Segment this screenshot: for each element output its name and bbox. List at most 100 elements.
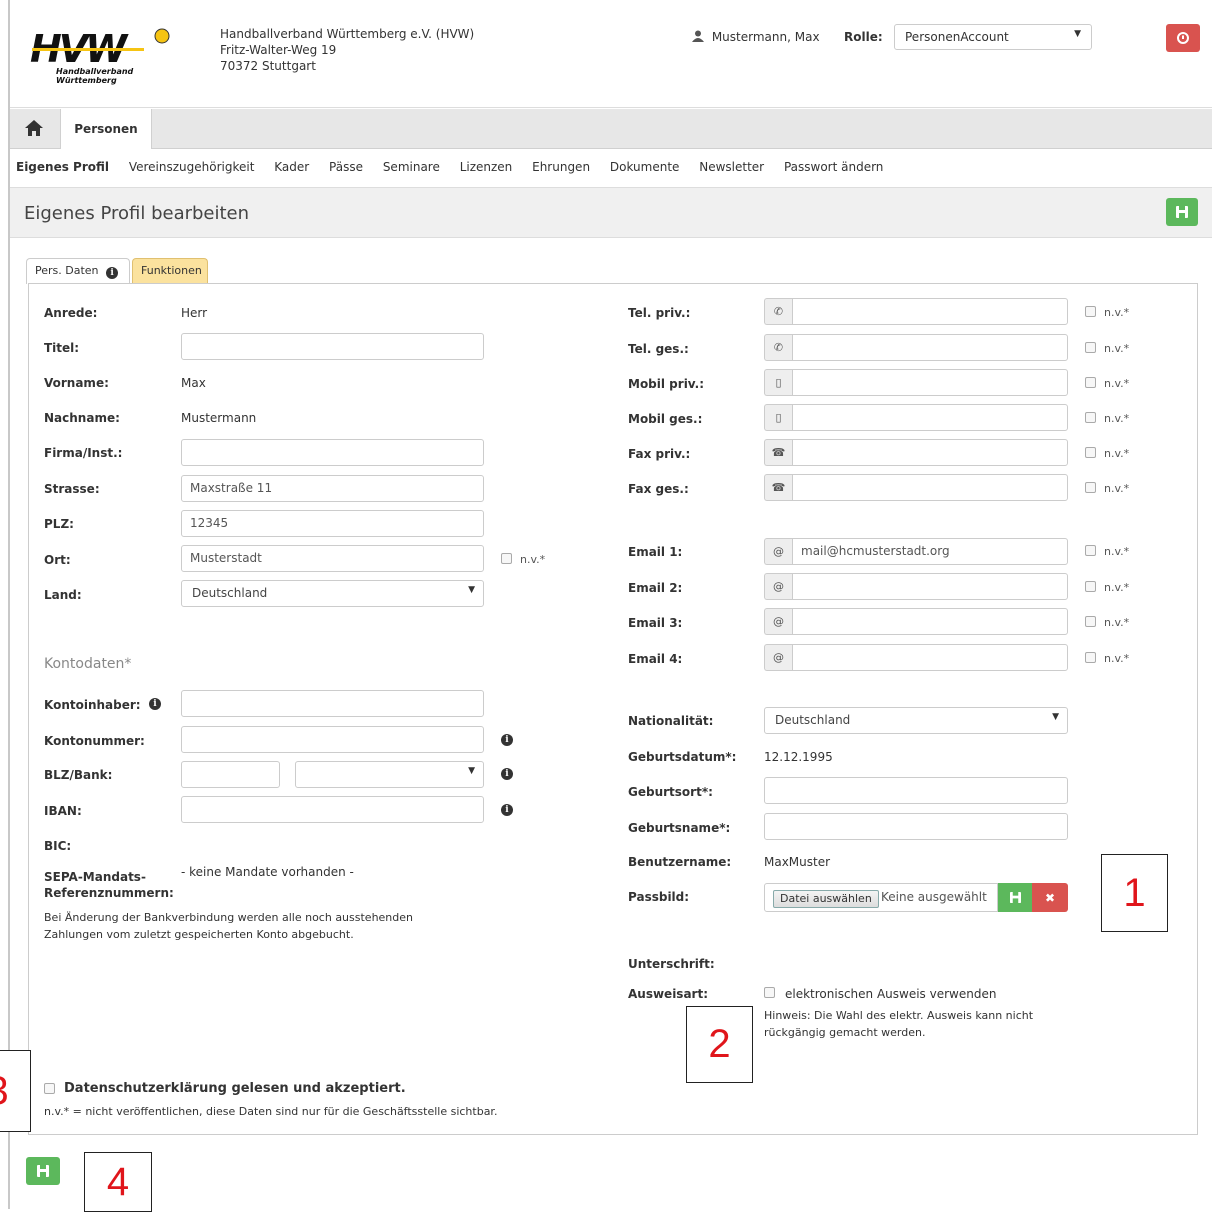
page-title-bar: Eigenes Profil bearbeiten [10, 187, 1212, 238]
page-left-border [8, 0, 10, 1209]
tel-priv-nv-checkbox[interactable] [1085, 306, 1096, 317]
passbild-delete-button[interactable]: ✖ [1032, 883, 1068, 912]
firma-input[interactable] [181, 439, 484, 466]
subnav-newsletter[interactable]: Newsletter [699, 160, 764, 174]
home-icon[interactable] [24, 119, 44, 137]
anrede-label: Anrede: [44, 306, 98, 320]
blz-label: BLZ/Bank: [44, 768, 113, 782]
bank-change-note: Bei Änderung der Bankverbindung werden a… [44, 909, 413, 943]
iban-input[interactable] [181, 796, 484, 823]
email4-nv-checkbox[interactable] [1085, 652, 1096, 663]
tab-personen[interactable]: Personen [60, 109, 152, 149]
nationalitaet-value: Deutschland [775, 713, 851, 727]
callout-4: 4 [84, 1152, 152, 1212]
subnav-lizenzen[interactable]: Lizenzen [460, 160, 513, 174]
subnav-passwort-aendern[interactable]: Passwort ändern [784, 160, 883, 174]
rolle-select[interactable]: PersonenAccount ▼ [894, 24, 1092, 50]
user-name: Mustermann, Max [711, 30, 820, 44]
email4-label: Email 4: [628, 652, 683, 666]
geburtsort-input[interactable] [764, 777, 1068, 804]
email3-nv-checkbox[interactable] [1085, 616, 1096, 627]
blz-info-icon[interactable]: i [501, 768, 513, 780]
subnav-seminare[interactable]: Seminare [383, 160, 440, 174]
choose-file-button[interactable]: Datei auswählen [773, 890, 879, 908]
subnav-eigenes-profil[interactable]: Eigenes Profil [16, 160, 109, 174]
fax-icon: ☎ [764, 474, 792, 501]
sepa-label-line2: Referenznummern: [44, 886, 174, 900]
fax-priv-input[interactable] [792, 439, 1068, 466]
organisation-address: Handballverband Württemberg e.V. (HVW) F… [220, 26, 474, 74]
subnav-ehrungen[interactable]: Ehrungen [532, 160, 590, 174]
strasse-input[interactable]: Maxstraße 11 [181, 475, 484, 502]
hvw-logo[interactable]: HVW Handballverband Württemberg [30, 22, 180, 90]
ort-nv-label: n.v.* [520, 553, 546, 566]
nationalitaet-select[interactable]: Deutschland ▼ [764, 707, 1068, 734]
nv-footnote: n.v.* = nicht veröffentlichen, diese Dat… [44, 1105, 498, 1118]
mobil-priv-nv-checkbox[interactable] [1085, 377, 1096, 388]
fax-priv-nv-checkbox[interactable] [1085, 447, 1096, 458]
sub-navigation: Eigenes Profil Vereinszugehörigkeit Kade… [16, 160, 899, 174]
mobil-priv-input[interactable] [792, 369, 1068, 396]
tab-funktionen[interactable]: Funktionen [132, 258, 208, 284]
rolle-label: Rolle: [844, 30, 883, 44]
mobil-ges-label: Mobil ges.: [628, 412, 703, 426]
kontonummer-input[interactable] [181, 726, 484, 753]
subnav-dokumente[interactable]: Dokumente [610, 160, 680, 174]
callout-2: 2 [686, 1006, 753, 1083]
kontoinhaber-info-icon[interactable]: i [149, 698, 161, 710]
email2-input[interactable] [792, 573, 1068, 600]
titel-input[interactable] [181, 333, 484, 360]
svg-text:Württemberg: Württemberg [56, 76, 117, 85]
iban-info-icon[interactable]: i [501, 804, 513, 816]
bank-select[interactable]: ▼ [295, 761, 484, 788]
email2-nv-checkbox[interactable] [1085, 581, 1096, 592]
phone-icon: ✆ [764, 298, 792, 325]
page-title: Eigenes Profil bearbeiten [24, 203, 250, 224]
save-button-top[interactable] [1166, 198, 1198, 226]
tel-priv-input[interactable] [792, 298, 1068, 325]
fax-ges-nv-checkbox[interactable] [1085, 482, 1096, 493]
datenschutz-checkbox[interactable] [44, 1083, 55, 1094]
subnav-kader[interactable]: Kader [274, 160, 309, 174]
elektronischer-ausweis-checkbox[interactable] [764, 987, 775, 998]
blz-input[interactable] [181, 761, 280, 788]
rolle-value: PersonenAccount [905, 30, 1009, 44]
subnav-vereinszugehoerigkeit[interactable]: Vereinszugehörigkeit [129, 160, 255, 174]
save-button-bottom[interactable] [26, 1157, 60, 1185]
email4-nv-label: n.v.* [1104, 652, 1130, 665]
mobil-ges-nv-checkbox[interactable] [1085, 412, 1096, 423]
strasse-label: Strasse: [44, 482, 100, 496]
org-street: Fritz-Walter-Weg 19 [220, 43, 337, 57]
file-status: Keine ausgewählt [881, 890, 987, 904]
fax-ges-input[interactable] [792, 474, 1068, 501]
datenschutz-label: Datenschutzerklärung gelesen und akzepti… [64, 1081, 406, 1096]
mobil-priv-nv-label: n.v.* [1104, 377, 1130, 390]
plz-input[interactable]: 12345 [181, 510, 484, 537]
land-select[interactable]: Deutschland ▼ [181, 580, 484, 607]
floppy-disk-icon [1009, 892, 1021, 903]
kontonummer-info-icon[interactable]: i [501, 734, 513, 746]
mobil-ges-input[interactable] [792, 404, 1068, 431]
geburtsname-input[interactable] [764, 813, 1068, 840]
email1-input[interactable]: mail@hcmusterstadt.org [792, 538, 1068, 565]
tel-ges-nv-checkbox[interactable] [1085, 342, 1096, 353]
email1-nv-checkbox[interactable] [1085, 545, 1096, 556]
callout-1: 1 [1101, 854, 1168, 932]
tab-pers-daten[interactable]: Pers. Daten i [26, 258, 130, 284]
anrede-value: Herr [181, 306, 208, 320]
email3-input[interactable] [792, 608, 1068, 635]
kontoinhaber-input[interactable] [181, 690, 484, 717]
subnav-paesse[interactable]: Pässe [329, 160, 363, 174]
email2-nv-label: n.v.* [1104, 581, 1130, 594]
tab-pers-daten-label: Pers. Daten [35, 264, 99, 277]
tel-ges-input[interactable] [792, 334, 1068, 361]
ort-input[interactable]: Musterstadt [181, 545, 484, 572]
user-icon [692, 30, 704, 42]
logout-button[interactable] [1166, 24, 1200, 52]
info-icon[interactable]: i [106, 267, 119, 279]
current-user[interactable]: Mustermann, Max [692, 30, 820, 44]
email4-input[interactable] [792, 644, 1068, 671]
passbild-upload-button[interactable] [998, 883, 1032, 912]
ort-nv-checkbox[interactable] [501, 553, 512, 564]
mobile-phone-icon: ▯ [764, 369, 792, 396]
